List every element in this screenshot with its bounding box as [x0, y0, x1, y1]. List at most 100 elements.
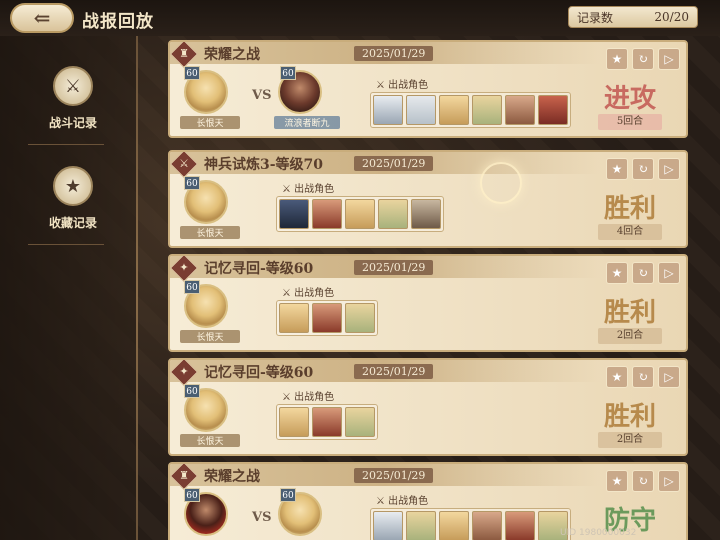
leader-name: 长恨天 — [180, 330, 240, 343]
sidebar-item-battle-records[interactable]: ⚔ 战斗记录 — [18, 66, 128, 156]
battle-record-card[interactable]: ✦ 记忆寻回-等级60 2025/01/29 60 长恨天 ⚔ 出战角色 ★ ↻… — [168, 358, 688, 456]
replay-icon: ↻ — [637, 266, 649, 280]
divider — [28, 144, 104, 145]
play-button[interactable]: ▷ — [658, 262, 680, 284]
record-date: 2025/01/29 — [354, 156, 434, 171]
mode-title: 荣耀之战 — [204, 469, 260, 485]
play-button[interactable]: ▷ — [658, 470, 680, 492]
hero-portrait — [538, 95, 568, 125]
play-icon: ▷ — [664, 52, 674, 66]
back-button[interactable]: ⇐ — [10, 3, 74, 33]
replay-button[interactable]: ↻ — [632, 262, 654, 284]
mode-title: 记忆寻回-等级60 — [204, 365, 314, 381]
hero-portrait — [279, 199, 309, 229]
opponent-name: 流浪者断九 — [274, 116, 340, 129]
sidebar-item-favorites[interactable]: ★ 收藏记录 — [18, 166, 128, 256]
team-roster — [276, 404, 378, 440]
battle-record-card[interactable]: ⚔ 神兵试炼3-等级70 2025/01/29 60 长恨天 ⚔ 出战角色 ★ … — [168, 150, 688, 248]
hero-portrait — [378, 199, 408, 229]
top-bar: ⇐ 战报回放 记录数 20/20 — [0, 0, 720, 36]
favorite-button[interactable]: ★ — [606, 366, 628, 388]
favorite-button[interactable]: ★ — [606, 158, 628, 180]
favorite-button[interactable]: ★ — [606, 470, 628, 492]
opponent-level-badge: 60 — [280, 66, 296, 80]
star-icon: ★ — [611, 162, 623, 176]
replay-button[interactable]: ↻ — [632, 48, 654, 70]
team-label: ⚔ 出战角色 — [376, 80, 429, 91]
play-button[interactable]: ▷ — [658, 158, 680, 180]
rounds-label: 5回合 — [598, 114, 662, 130]
hero-portrait — [312, 199, 342, 229]
hero-portrait — [345, 199, 375, 229]
back-arrow-icon: ⇐ — [33, 6, 51, 30]
leader-name: 长恨天 — [180, 116, 240, 129]
battle-record-card[interactable]: ✦ 记忆寻回-等级60 2025/01/29 60 长恨天 ⚔ 出战角色 ★ ↻… — [168, 254, 688, 352]
record-date: 2025/01/29 — [354, 260, 434, 275]
rounds-label: 4回合 — [598, 224, 662, 240]
hero-portrait — [472, 511, 502, 540]
page-title: 战报回放 — [82, 12, 154, 32]
replay-icon: ↻ — [637, 474, 649, 488]
team-roster — [370, 92, 571, 128]
battle-record-card[interactable]: ♜ 荣耀之战 2025/01/29 60 长恨天 VS 60 流浪者断九 ⚔ 出… — [168, 40, 688, 138]
divider — [28, 244, 104, 245]
sidebar: ⚔ 战斗记录 ★ 收藏记录 — [0, 36, 138, 540]
mode-title: 荣耀之战 — [204, 47, 260, 63]
record-counter: 记录数 20/20 — [568, 6, 698, 28]
level-badge: 60 — [184, 488, 200, 502]
hero-portrait — [439, 95, 469, 125]
favorite-button[interactable]: ★ — [606, 262, 628, 284]
record-date: 2025/01/29 — [354, 364, 434, 379]
hero-portrait — [345, 407, 375, 437]
card-actions: ★ ↻ ▷ — [606, 48, 680, 70]
mode-title: 记忆寻回-等级60 — [204, 261, 314, 277]
level-badge: 60 — [184, 384, 200, 398]
play-button[interactable]: ▷ — [658, 366, 680, 388]
star-badge-icon: ★ — [53, 166, 93, 206]
play-icon: ▷ — [664, 162, 674, 176]
replay-icon: ↻ — [637, 52, 649, 66]
favorite-button[interactable]: ★ — [606, 48, 628, 70]
touch-ripple — [480, 162, 522, 204]
play-icon: ▷ — [664, 370, 674, 384]
star-icon: ★ — [611, 474, 623, 488]
team-label: ⚔ 出战角色 — [282, 392, 335, 403]
card-actions: ★ ↻ ▷ — [606, 470, 680, 492]
rounds-label: 2回合 — [598, 328, 662, 344]
card-actions: ★ ↻ ▷ — [606, 262, 680, 284]
level-badge: 60 — [184, 280, 200, 294]
replay-icon: ↻ — [637, 162, 649, 176]
sidebar-item-label: 收藏记录 — [48, 216, 97, 230]
team-roster — [276, 196, 444, 232]
replay-button[interactable]: ↻ — [632, 470, 654, 492]
result-label: 胜利 — [603, 298, 656, 328]
card-actions: ★ ↻ ▷ — [606, 366, 680, 388]
team-roster — [370, 508, 571, 540]
hero-portrait — [312, 303, 342, 333]
leader-name: 长恨天 — [180, 434, 240, 447]
play-icon: ▷ — [664, 266, 674, 280]
hero-portrait — [411, 199, 441, 229]
uid-watermark: UID 1980000032 — [560, 528, 637, 538]
record-date: 2025/01/29 — [354, 46, 434, 61]
team-label: ⚔ 出战角色 — [282, 288, 335, 299]
hero-portrait — [406, 511, 436, 540]
replay-button[interactable]: ↻ — [632, 366, 654, 388]
level-badge: 60 — [184, 176, 200, 190]
play-icon: ▷ — [664, 474, 674, 488]
hero-portrait — [406, 95, 436, 125]
replay-button[interactable]: ↻ — [632, 158, 654, 180]
hero-portrait — [505, 511, 535, 540]
hero-portrait — [279, 303, 309, 333]
counter-value: 20/20 — [654, 10, 689, 24]
star-icon: ★ — [611, 52, 623, 66]
result-label: 进攻 — [603, 84, 656, 114]
counter-label: 记录数 — [577, 10, 614, 25]
star-icon: ★ — [611, 370, 623, 384]
result-label: 胜利 — [603, 194, 656, 224]
play-button[interactable]: ▷ — [658, 48, 680, 70]
level-badge: 60 — [184, 66, 200, 80]
result-label: 胜利 — [603, 402, 656, 432]
team-label: ⚔ 出战角色 — [282, 184, 335, 195]
hero-portrait — [373, 511, 403, 540]
